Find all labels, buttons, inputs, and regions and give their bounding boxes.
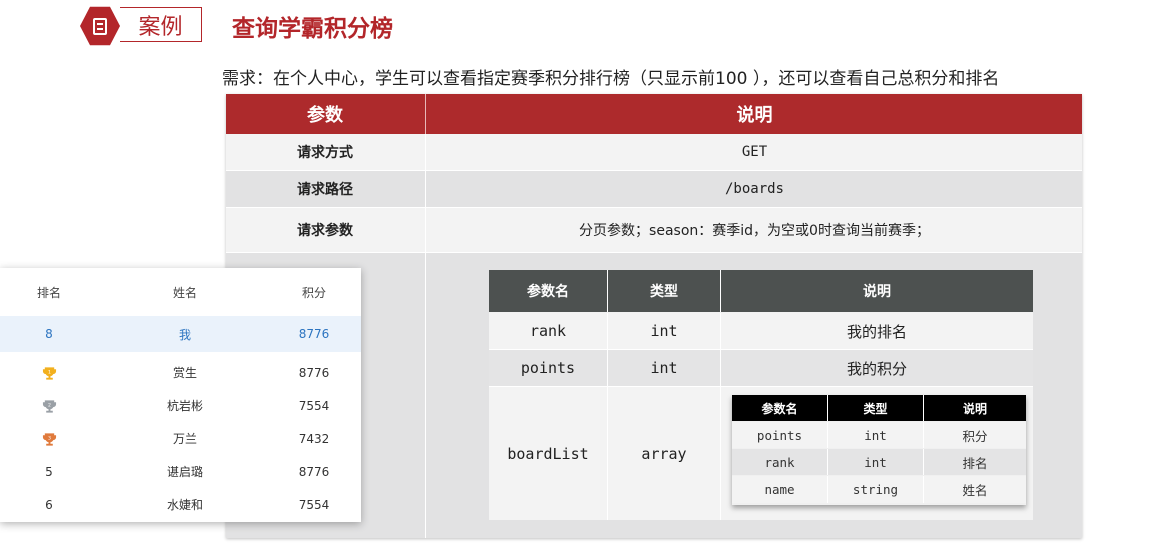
- table-row: rank int 排名: [732, 449, 1026, 475]
- list-item-points: 8776: [298, 464, 330, 479]
- list-item-points: 7432: [298, 431, 330, 446]
- header-name: 参数名: [527, 284, 569, 300]
- field-name: points: [756, 427, 803, 443]
- table-row: 请求路径 /boards: [226, 171, 1082, 208]
- list-item-rank: 6: [45, 497, 53, 512]
- response-table-header: 参数名 类型 说明: [489, 270, 1033, 312]
- list-item[interactable]: 2 杭岩彬 7554: [0, 389, 361, 422]
- my-rank-row[interactable]: 8 我 8776: [0, 316, 361, 352]
- requirement-text: 需求：在个人中心，学生可以查看指定赛季积分排行榜（只显示前100 ），还可以查看…: [222, 69, 1000, 89]
- my-name: 我: [178, 327, 191, 342]
- header-param: 参数: [307, 105, 343, 126]
- list-item-name: 赏生: [172, 366, 197, 380]
- list-item[interactable]: 3 万兰 7432: [0, 422, 361, 455]
- gold-trophy-icon: 1: [22, 356, 76, 389]
- row-key: 请求路径: [297, 182, 353, 198]
- header-type: 类型: [607, 270, 720, 312]
- row-value: GET: [425, 134, 1083, 170]
- header-points: 积分: [301, 285, 326, 300]
- board-list-header: 参数名 类型 说明: [732, 395, 1026, 421]
- list-item-name: 万兰: [172, 432, 197, 446]
- list-item-name: 水婕和: [166, 498, 203, 512]
- field-type: int: [607, 350, 720, 386]
- leaderboard-card: 排名 姓名 积分 8 我 8776 1 赏生 8776 2 杭岩彬 7554 3…: [0, 268, 361, 522]
- list-item-rank: 5: [45, 464, 53, 479]
- list-item[interactable]: 1 赏生 8776: [0, 356, 361, 389]
- document-icon: [80, 6, 120, 46]
- field-name: points: [520, 359, 576, 377]
- field-type: int: [827, 449, 923, 475]
- table-row: 请求参数 分页参数；season：赛季id，为空或0时查询当前赛季；: [226, 208, 1082, 253]
- board-list-table: 参数名 类型 说明 points int 积分 rank int 排名 name…: [732, 395, 1026, 505]
- row-value: /boards: [425, 171, 1083, 207]
- table-row: rank int 我的排名: [489, 313, 1033, 350]
- list-item-points: 7554: [298, 398, 330, 413]
- field-type: string: [827, 476, 923, 503]
- table-row: 请求方式 GET: [226, 134, 1082, 171]
- my-rank: 8: [45, 327, 53, 341]
- silver-trophy-icon: 2: [22, 389, 76, 422]
- header-type: 类型: [827, 395, 923, 421]
- list-item[interactable]: 6 水婕和 7554: [0, 488, 361, 521]
- header-desc: 说明: [425, 94, 1083, 134]
- leaderboard-header: 排名 姓名 积分: [0, 272, 361, 312]
- field-desc: 我的积分: [720, 350, 1033, 386]
- my-points: 8776: [298, 327, 330, 341]
- header-desc: 说明: [923, 395, 1026, 421]
- row-value: 分页参数；season：赛季id，为空或0时查询当前赛季；: [425, 208, 1083, 252]
- header-desc: 说明: [720, 270, 1033, 312]
- bronze-trophy-icon: 3: [22, 422, 76, 455]
- row-key: 请求参数: [297, 223, 353, 239]
- case-badge: 案例: [120, 7, 202, 42]
- list-item[interactable]: 5 谌启璐 8776: [0, 455, 361, 488]
- table-row: points int 我的积分: [489, 350, 1033, 387]
- field-type: int: [607, 313, 720, 349]
- header-rank: 排名: [36, 285, 61, 300]
- svg-text:3: 3: [48, 435, 51, 441]
- row-key: 请求方式: [297, 145, 353, 161]
- field-desc: 排名: [923, 449, 1026, 475]
- field-desc: 我的排名: [720, 313, 1033, 349]
- field-type: int: [827, 422, 923, 448]
- svg-text:1: 1: [48, 369, 51, 375]
- field-desc: 姓名: [923, 476, 1026, 503]
- list-item-name: 谌启璐: [166, 465, 203, 479]
- svg-text:2: 2: [48, 402, 51, 408]
- field-name: rank: [764, 454, 795, 470]
- table-row: name string 姓名: [732, 476, 1026, 503]
- header-name: 参数名: [761, 401, 798, 416]
- field-name: name: [764, 482, 795, 497]
- header-name: 姓名: [172, 285, 197, 300]
- list-item-points: 7554: [298, 497, 330, 512]
- field-desc: 积分: [923, 422, 1026, 448]
- field-name: boardList: [507, 444, 589, 463]
- list-item-points: 8776: [298, 365, 330, 380]
- list-item-name: 杭岩彬: [166, 399, 203, 413]
- field-name: rank: [529, 322, 567, 340]
- field-type: array: [607, 387, 720, 520]
- page-title: 查询学霸积分榜: [232, 16, 393, 42]
- api-table-header: 参数 说明: [226, 94, 1082, 134]
- table-row: points int 积分: [732, 422, 1026, 448]
